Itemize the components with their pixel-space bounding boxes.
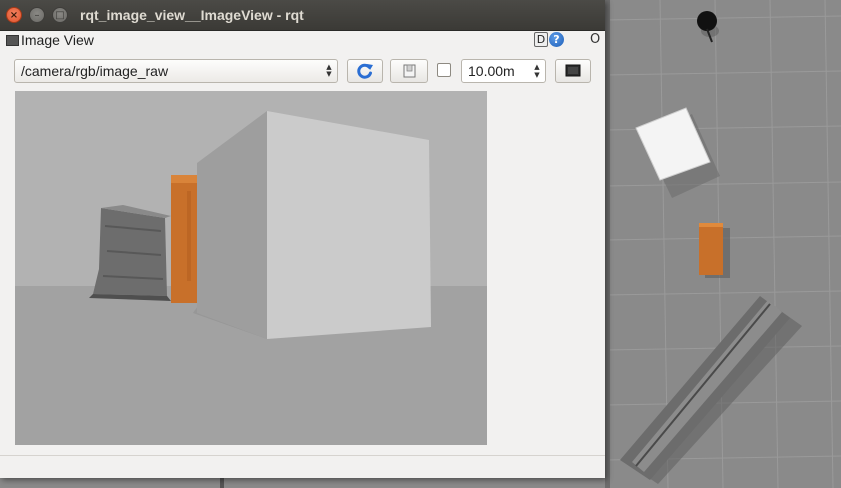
display-toggle-button[interactable] (555, 59, 591, 83)
scene-window-shadow (605, 0, 610, 488)
smooth-scaling-checkbox[interactable] (437, 63, 451, 77)
help-button[interactable]: ? (549, 32, 564, 47)
scene-mark (220, 478, 224, 488)
zoom-value: 10.00m (468, 63, 515, 79)
dock-button[interactable]: D (534, 32, 548, 47)
refresh-button[interactable] (347, 59, 383, 83)
window-title: rqt_image_view__ImageView - rqt (80, 7, 304, 23)
zoom-spinbox[interactable]: 10.00m ▲ ▼ (461, 59, 546, 83)
window-close-button[interactable]: × (6, 7, 22, 23)
topic-select-value: /camera/rgb/image_raw (21, 63, 169, 79)
rqt-window: × – □ rqt_image_view__ImageView - rqt Im… (0, 0, 605, 478)
window-titlebar[interactable]: × – □ rqt_image_view__ImageView - rqt (0, 0, 605, 31)
status-separator (0, 455, 605, 456)
plugin-icon (6, 35, 19, 46)
orange-box-object (171, 175, 199, 303)
window-maximize-button[interactable]: □ (52, 7, 68, 23)
display-icon (565, 64, 581, 77)
topic-select[interactable]: /camera/rgb/image_raw ▲ ▼ (14, 59, 338, 83)
refresh-icon (357, 63, 373, 79)
scene-orange-box (699, 223, 730, 278)
white-cube-object (193, 111, 431, 339)
save-icon (403, 64, 416, 78)
window-minimize-button[interactable]: – (29, 7, 45, 23)
barrier-object (89, 205, 171, 301)
plugin-close-button[interactable]: O (590, 31, 600, 49)
spin-arrows-icon[interactable]: ▲ ▼ (533, 63, 541, 79)
camera-image-view[interactable] (15, 91, 487, 445)
combo-arrows-icon: ▲ ▼ (326, 63, 332, 78)
camera-image (15, 91, 487, 445)
save-image-button[interactable] (390, 59, 428, 83)
plugin-title: Image View (21, 32, 94, 48)
